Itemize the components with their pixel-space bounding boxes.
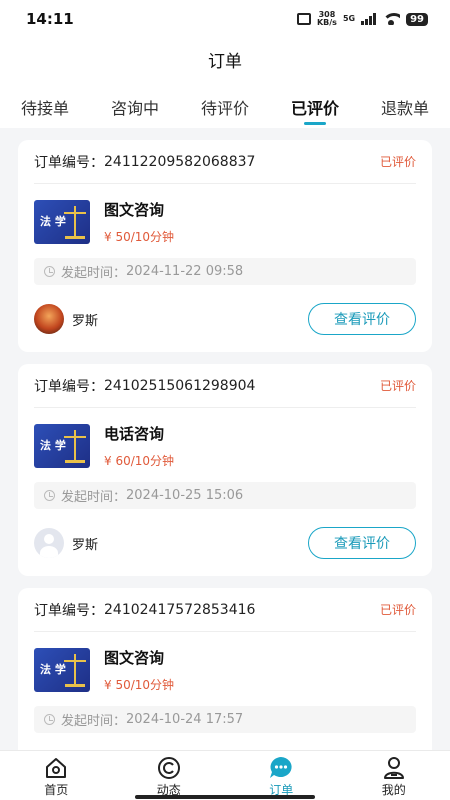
order-card-header: 订单编号： 24102515061298904 已评价 [34,364,416,408]
view-review-button[interactable]: 查看评价 [308,527,416,559]
avatar [34,304,64,334]
tab-reviewed[interactable]: 已评价 [270,80,360,128]
order-time: 发起时间： 2024-10-25 15:06 [34,482,416,509]
wifi-icon [382,13,401,25]
avatar [34,528,64,558]
network-type: 5G [342,14,356,23]
service-price: ¥ 50/10分钟 [104,678,175,692]
nav-label: 首页 [44,783,69,797]
tab-label: 已评价 [290,99,339,118]
order-card-header: 订单编号： 24102417572853416 已评价 [34,588,416,632]
order-number-value: 24102515061298904 [104,377,256,394]
order-chat-icon [270,757,292,778]
order-number-label: 订单编号： [34,154,104,171]
nav-profile[interactable]: 我的 [338,751,450,800]
order-status: 已评价 [379,603,416,617]
user-name: 罗斯 [72,537,99,553]
order-status: 已评价 [379,379,416,393]
clock-icon [44,490,55,501]
user-row: 罗斯 查看评价 [34,526,416,560]
active-tab-indicator [304,122,326,125]
clock-icon [44,714,55,725]
user-name: 罗斯 [72,313,99,329]
user-row: 罗斯 查看评价 [34,302,416,336]
signal-icon [361,13,377,25]
activity-icon [157,757,180,779]
order-number-label: 订单编号： [34,378,104,395]
service-thumbnail: 法 学 [34,200,90,244]
order-number: 订单编号： 24102515061298904 [34,376,255,396]
order-number: 订单编号： 24102417572853416 [34,600,255,620]
order-time-value: 2024-10-25 15:06 [126,488,244,503]
thumbnail-text: 法 学 [40,439,66,452]
tab-pending-accept[interactable]: 待接单 [0,80,90,128]
page-title: 订单 [208,51,242,72]
order-time: 发起时间： 2024-10-24 17:57 [34,706,416,733]
service-info: 法 学 图文咨询 ¥ 50/10分钟 [34,648,416,692]
service-price: ¥ 50/10分钟 [104,230,175,244]
order-status: 已评价 [379,155,416,169]
title-bar: 订单 [0,38,450,80]
service-info: 法 学 图文咨询 ¥ 50/10分钟 [34,200,416,244]
nav-activity[interactable]: 动态 [113,751,226,800]
nav-home[interactable]: 首页 [0,751,113,800]
home-indicator [135,795,315,799]
tab-label: 待评价 [200,99,249,118]
tab-refund[interactable]: 退款单 [360,80,450,128]
order-number: 订单编号： 24112209582068837 [34,152,255,172]
home-icon [46,758,67,778]
tab-label: 待接单 [20,99,69,118]
order-time-value: 2024-11-22 09:58 [126,264,244,279]
thumbnail-text: 法 学 [40,215,66,228]
order-tabs: 待接单 咨询中 待评价 已评价 退款单 [0,80,450,128]
nav-label: 我的 [381,783,406,797]
battery-icon: 99 [406,12,428,26]
service-name: 图文咨询 [104,201,165,219]
order-time: 发起时间： 2024-11-22 09:58 [34,258,416,285]
status-time: 14:11 [26,10,74,28]
status-icons: 308 KB/s 5G 99 [296,11,428,27]
service-info: 法 学 电话咨询 ¥ 60/10分钟 [34,424,416,468]
vibrate-icon [296,13,311,25]
thumbnail-text: 法 学 [40,663,66,676]
net-speed: 308 KB/s [317,11,337,27]
tab-pending-review[interactable]: 待评价 [180,80,270,128]
order-time-value: 2024-10-24 17:57 [126,712,244,727]
view-review-button[interactable]: 查看评价 [308,303,416,335]
nav-orders[interactable]: 订单 [225,751,338,800]
tab-label: 退款单 [380,99,429,118]
order-card[interactable]: 订单编号： 24102515061298904 已评价 法 学 电话咨询 ¥ 6… [18,364,432,576]
order-time-label: 发起时间： [61,714,127,729]
order-card[interactable]: 订单编号： 24112209582068837 已评价 法 学 图文咨询 ¥ 5… [18,140,432,352]
order-list: 订单编号： 24112209582068837 已评价 法 学 图文咨询 ¥ 5… [18,140,432,800]
net-speed-unit: KB/s [316,18,337,27]
clock-icon [44,266,55,277]
tab-consulting[interactable]: 咨询中 [90,80,180,128]
profile-icon [383,757,404,779]
bottom-nav: 首页 动态 订单 我的 [0,750,450,800]
tab-label: 咨询中 [110,99,159,118]
order-number-value: 24112209582068837 [104,153,256,170]
status-bar: 14:11 308 KB/s 5G 99 [0,0,450,38]
order-time-label: 发起时间： [61,490,127,505]
service-thumbnail: 法 学 [34,424,90,468]
order-time-label: 发起时间： [61,266,127,281]
service-name: 电话咨询 [104,425,165,443]
order-card-header: 订单编号： 24112209582068837 已评价 [34,140,416,184]
service-thumbnail: 法 学 [34,648,90,692]
service-price: ¥ 60/10分钟 [104,454,175,468]
order-number-label: 订单编号： [34,602,104,619]
order-number-value: 24102417572853416 [104,601,256,618]
service-name: 图文咨询 [104,649,165,667]
